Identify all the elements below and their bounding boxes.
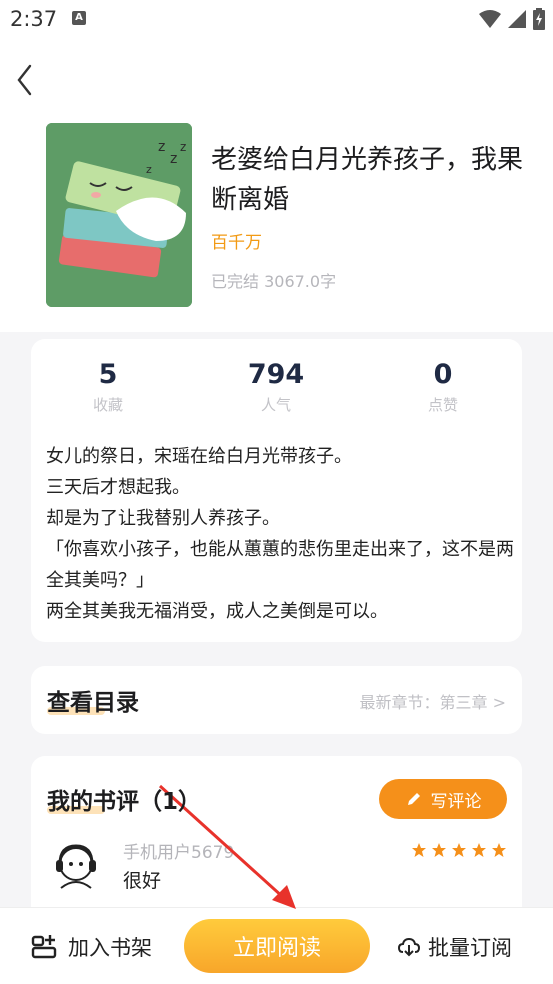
stat-label: 点赞 [427, 396, 458, 414]
book-info-card: 5 收藏 794 人气 0 点赞 女儿的祭日，宋瑶在给白月光带孩子。 三天后才想… [31, 339, 522, 642]
stat-label: 收藏 [92, 396, 123, 414]
status-time: 2:37 [10, 7, 58, 31]
reviewer-name: 手机用户5679 [123, 843, 235, 863]
stat-value: 794 [247, 359, 305, 390]
signal-icon [508, 10, 526, 28]
toc-title: 查看目录 [47, 690, 139, 716]
batch-subscribe-label: 批量订阅 [428, 936, 512, 960]
book-description: 女儿的祭日，宋瑶在给白月光带孩子。 三天后才想起我。 却是为了让我替别人养孩子。… [46, 441, 516, 627]
review-text: 很好 [123, 870, 162, 892]
svg-text:z: z [180, 140, 186, 154]
add-to-shelf-button[interactable]: 加入书架 [30, 932, 152, 962]
avatar[interactable] [53, 842, 99, 892]
description-line: 却是为了让我替别人养孩子。 [46, 508, 280, 529]
stat-label: 人气 [260, 396, 291, 414]
star-icon [452, 843, 466, 857]
shelf-add-icon [31, 935, 57, 959]
battery-icon [533, 8, 545, 30]
reviews-title: 我的书评（1） [47, 789, 202, 815]
write-review-button[interactable]: 写评论 [379, 779, 507, 819]
review-rating [411, 842, 507, 858]
latest-chapter-link[interactable]: 最新章节：第三章 > [360, 689, 507, 713]
svg-text:z: z [146, 163, 152, 176]
stat-value: 0 [433, 359, 453, 390]
star-icon [412, 843, 426, 857]
batch-subscribe-button[interactable]: 批量订阅 [398, 932, 512, 962]
notification-icon: A [72, 11, 86, 25]
write-review-label: 写评论 [430, 791, 482, 812]
stat-value: 5 [98, 359, 118, 390]
stat-likes: 0 点赞 [383, 359, 503, 415]
nav-bar [0, 38, 553, 122]
bottom-action-bar: 加入书架 立即阅读 批量订阅 [0, 907, 553, 984]
description-line: 三天后才想起我。 [46, 477, 190, 498]
reviews-card: 我的书评（1） 写评论 手机用户5679 很好 [31, 756, 522, 926]
description-line: 「你喜欢小孩子，也能从蕙蕙的悲伤里走出来了，这不是两全其美吗？」 [46, 539, 514, 591]
book-meta: 已完结 3067.0字 [211, 272, 337, 291]
cover-illustration: z z z z [46, 123, 192, 307]
add-to-shelf-label: 加入书架 [68, 936, 152, 960]
wifi-icon [479, 10, 501, 28]
pencil-icon [407, 793, 420, 805]
cloud-download-icon [398, 937, 420, 957]
stat-favorites: 5 收藏 [48, 359, 168, 415]
read-now-button[interactable]: 立即阅读 [184, 919, 370, 973]
svg-text:z: z [170, 151, 177, 167]
table-of-contents-row[interactable]: 查看目录 最新章节：第三章 > [31, 666, 522, 734]
book-author[interactable]: 百千万 [211, 228, 262, 253]
svg-text:z: z [158, 139, 165, 155]
star-icon [432, 843, 446, 857]
description-line: 女儿的祭日，宋瑶在给白月光带孩子。 [46, 446, 352, 467]
stat-popularity: 794 人气 [216, 359, 336, 415]
back-arrow-icon[interactable] [12, 62, 42, 98]
star-icon [492, 843, 506, 857]
description-line: 两全其美我无福消受，成人之美倒是可以。 [46, 601, 388, 622]
book-cover[interactable]: z z z z [46, 123, 192, 307]
book-header: z z z z 老婆给白月光养孩子，我果断离婚 百千万 已完结 3067.0字 [0, 122, 553, 332]
star-icon [472, 843, 486, 857]
status-bar: 2:37 A [0, 0, 553, 38]
book-title: 老婆给白月光养孩子，我果断离婚 [211, 145, 524, 215]
